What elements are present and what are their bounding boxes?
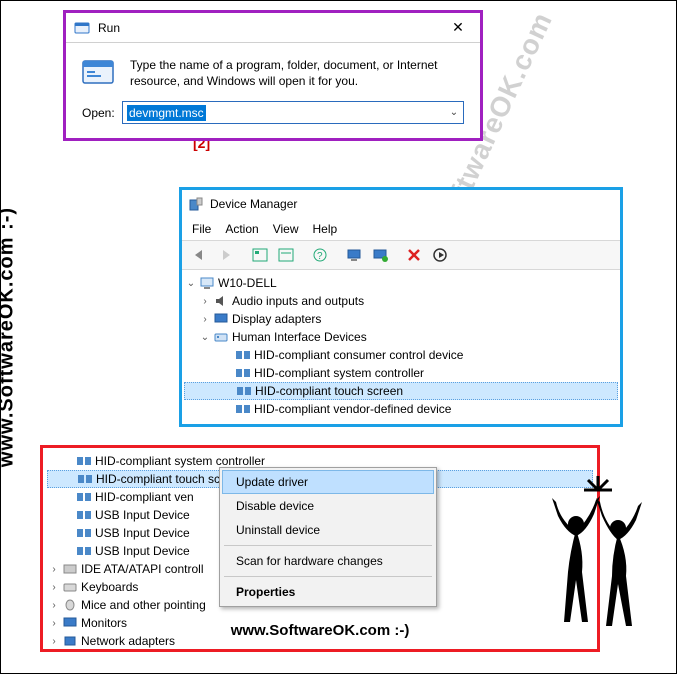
ctx-scan-hardware[interactable]: Scan for hardware changes	[222, 549, 434, 573]
run-dialog: Run ✕ Type the name of a program, folder…	[63, 10, 483, 141]
device-blue-icon	[75, 509, 93, 521]
help-icon[interactable]: ?	[308, 244, 332, 266]
speaker-icon	[212, 294, 230, 308]
toolbar-btn-5[interactable]	[368, 244, 392, 266]
device-blue-icon	[234, 367, 252, 379]
ctx-properties[interactable]: Properties	[222, 580, 434, 604]
back-icon[interactable]	[188, 244, 212, 266]
ctx-separator	[224, 576, 432, 577]
tree-hid[interactable]: ⌄ Human Interface Devices	[184, 328, 618, 346]
hid-icon	[212, 330, 230, 344]
device-blue-icon	[75, 455, 93, 467]
pc-icon	[198, 276, 216, 290]
dm-menubar: File Action View Help	[182, 218, 620, 240]
dm-tree: ⌄ W10-DELL › Audio inputs and outputs › …	[182, 270, 620, 424]
device-blue-icon	[75, 545, 93, 557]
run-description: Type the name of a program, folder, docu…	[130, 57, 464, 89]
ctx-disable-device[interactable]: Disable device	[222, 494, 434, 518]
monitor-icon	[61, 617, 79, 629]
svg-text:?: ?	[317, 251, 323, 262]
device-blue-icon	[76, 473, 94, 485]
ctx-separator	[224, 545, 432, 546]
chevron-down-icon[interactable]: ⌄	[445, 107, 463, 118]
device-blue-icon	[75, 491, 93, 503]
run-open-input[interactable]: devmgmt.msc	[123, 104, 445, 122]
device-manager-window: Device Manager File Action View Help ? ⌄…	[179, 187, 623, 427]
context-panel: HID-compliant system controller HID-comp…	[40, 445, 600, 652]
menu-view[interactable]: View	[273, 222, 299, 236]
mouse-icon	[61, 599, 79, 611]
run-open-combobox[interactable]: devmgmt.msc ⌄	[122, 101, 464, 124]
network-icon	[61, 635, 79, 647]
menu-action[interactable]: Action	[225, 222, 258, 236]
tree-hid-touch[interactable]: HID-compliant touch screen	[184, 382, 618, 400]
run-big-icon	[82, 57, 116, 87]
device-blue-icon	[235, 385, 253, 397]
device-blue-icon	[75, 527, 93, 539]
device-blue-icon	[234, 349, 252, 361]
device-manager-icon	[188, 196, 204, 212]
context-menu: Update driver Disable device Uninstall d…	[219, 467, 437, 607]
device-blue-icon	[234, 403, 252, 415]
delete-icon[interactable]	[402, 244, 426, 266]
dm-titlebar[interactable]: Device Manager	[182, 190, 620, 218]
dm-title: Device Manager	[210, 197, 620, 211]
tree-hid-consumer[interactable]: HID-compliant consumer control device	[184, 346, 618, 364]
tree-display[interactable]: › Display adapters	[184, 310, 618, 328]
run-small-icon	[74, 20, 90, 36]
menu-help[interactable]: Help	[313, 222, 338, 236]
ctx-update-driver[interactable]: Update driver	[222, 470, 434, 494]
toolbar-btn-2[interactable]	[274, 244, 298, 266]
ctx-uninstall-device[interactable]: Uninstall device	[222, 518, 434, 542]
watermark-bottom: www.SoftwareOK.com :-)	[231, 622, 410, 639]
run-titlebar[interactable]: Run ✕	[66, 13, 480, 43]
keyboard-icon	[61, 581, 79, 593]
menu-file[interactable]: File	[192, 222, 211, 236]
display-icon	[212, 312, 230, 326]
tree-audio[interactable]: › Audio inputs and outputs	[184, 292, 618, 310]
enable-icon[interactable]	[428, 244, 452, 266]
ide-icon	[61, 563, 79, 575]
watermark-left: www.SoftwareOK.com :-)	[0, 207, 19, 467]
toolbar-btn-4[interactable]	[342, 244, 366, 266]
tree-hid-system[interactable]: HID-compliant system controller	[184, 364, 618, 382]
run-open-label: Open:	[82, 106, 122, 120]
run-title: Run	[98, 21, 436, 35]
close-button[interactable]: ✕	[436, 13, 480, 43]
tree-root[interactable]: ⌄ W10-DELL	[184, 274, 618, 292]
toolbar-btn-1[interactable]	[248, 244, 272, 266]
forward-icon[interactable]	[214, 244, 238, 266]
dm-toolbar: ?	[182, 240, 620, 270]
dancers-silhouette-icon	[546, 472, 646, 647]
tree-hid-vendor1[interactable]: HID-compliant vendor-defined device	[184, 400, 618, 418]
